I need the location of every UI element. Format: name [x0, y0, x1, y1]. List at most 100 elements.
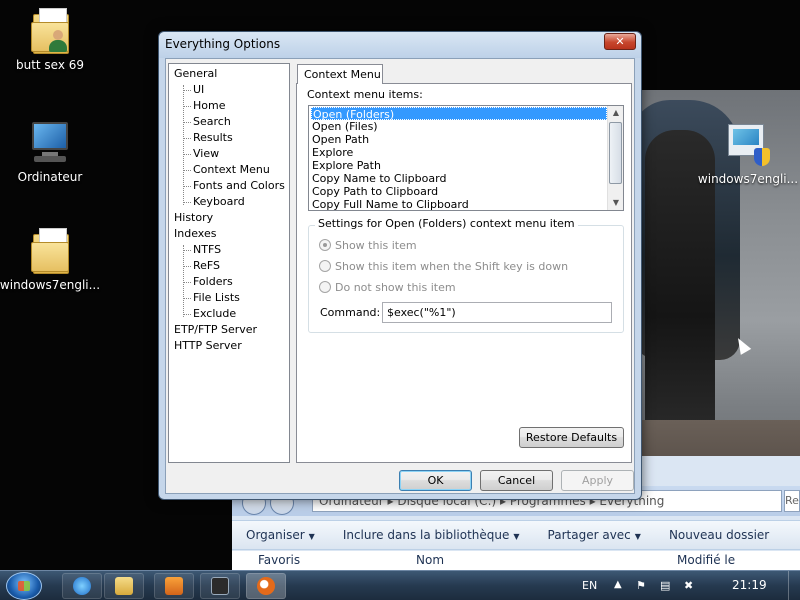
- close-icon: ✕: [615, 35, 625, 48]
- tree-item-context-menu[interactable]: Context Menu: [193, 163, 270, 177]
- organiser-label: Organiser: [246, 528, 305, 542]
- folder-icon: [31, 228, 69, 274]
- radio-button[interactable]: [319, 260, 331, 272]
- taskbar-terminal[interactable]: [200, 573, 240, 599]
- inclure-label: Inclure dans la bibliothèque: [342, 528, 510, 542]
- desktop-icon-label: windows7engli...: [697, 172, 799, 186]
- tree-item-exclude[interactable]: Exclude: [193, 307, 236, 321]
- dialog-title: Everything Options: [165, 37, 281, 51]
- tree-item-keyboard[interactable]: Keyboard: [193, 195, 245, 209]
- tree-item-folders[interactable]: Folders: [193, 275, 233, 289]
- tree-line: [183, 282, 191, 283]
- partager-menu[interactable]: Partager avec ▼: [534, 528, 655, 542]
- tree-item-results[interactable]: Results: [193, 131, 233, 145]
- action-center-flag-icon[interactable]: ⚑: [636, 579, 646, 592]
- tree-item-refs[interactable]: ReFS: [193, 259, 220, 273]
- command-label: Command:: [320, 306, 381, 319]
- close-button[interactable]: ✕: [604, 33, 636, 50]
- radio-label: Show this item when the Shift key is dow…: [335, 260, 569, 273]
- tray-arrow-icon[interactable]: ▲: [614, 579, 622, 590]
- show-desktop-button[interactable]: [788, 571, 800, 600]
- list-item[interactable]: Open (Folders): [311, 107, 607, 121]
- list-item[interactable]: Open (Files): [311, 120, 607, 133]
- desktop-icon-label: windows7engli...: [0, 278, 101, 292]
- tree-item-indexes[interactable]: Indexes: [174, 227, 216, 241]
- tree-item-general[interactable]: General: [174, 67, 217, 81]
- language-indicator[interactable]: EN: [582, 579, 597, 592]
- context-menu-panel: Context menu items: Open (Folders) Open …: [296, 83, 632, 463]
- ok-label: OK: [427, 474, 444, 487]
- network-icon[interactable]: ▤: [660, 579, 670, 592]
- system-tray: EN ▲ ⚑ ▤ ✖ 21:19: [580, 571, 800, 600]
- radio-show-this-item[interactable]: Show this item: [319, 239, 417, 252]
- tree-item-ntfs[interactable]: NTFS: [193, 243, 221, 257]
- tree-item-home[interactable]: Home: [193, 99, 225, 113]
- scroll-down-icon[interactable]: ▼: [608, 196, 623, 210]
- tree-item-search[interactable]: Search: [193, 115, 231, 129]
- desktop-icon-label: butt sex 69: [15, 58, 85, 72]
- command-input[interactable]: $exec("%1"): [382, 302, 612, 323]
- tree-line: [183, 85, 184, 205]
- organiser-menu[interactable]: Organiser ▼: [232, 528, 329, 542]
- chevron-down-icon: ▼: [308, 532, 315, 541]
- tree-item-etp-ftp-server[interactable]: ETP/FTP Server: [174, 323, 257, 337]
- options-tree[interactable]: General UI Home Search Results View Cont…: [168, 63, 290, 463]
- tree-item-fonts-and-colors[interactable]: Fonts and Colors: [193, 179, 285, 193]
- title-bar[interactable]: Everything Options ✕: [159, 32, 641, 58]
- tree-line: [183, 202, 191, 203]
- tab-context-menu[interactable]: Context Menu: [297, 64, 383, 84]
- desktop-icon-windows7-setup[interactable]: windows7engli...: [693, 122, 800, 186]
- context-menu-items-list[interactable]: Open (Folders) Open (Files) Open Path Ex…: [308, 105, 624, 211]
- clock[interactable]: 21:19: [732, 578, 767, 592]
- desktop-icon-windows7-folder[interactable]: windows7engli...: [0, 228, 105, 292]
- list-scrollbar[interactable]: ▲ ▼: [607, 106, 623, 210]
- desktop-icon-ordinateur[interactable]: Ordinateur: [0, 122, 105, 184]
- media-player-icon: [165, 577, 183, 595]
- search-placeholder: Re: [785, 494, 799, 507]
- tree-line: [183, 250, 191, 251]
- chevron-down-icon: ▼: [634, 532, 641, 541]
- taskbar-media-player[interactable]: [154, 573, 194, 599]
- radio-button[interactable]: [319, 281, 331, 293]
- tree-item-view[interactable]: View: [193, 147, 219, 161]
- command-value: $exec("%1"): [387, 306, 456, 319]
- radio-show-with-shift[interactable]: Show this item when the Shift key is dow…: [319, 260, 568, 273]
- cancel-button[interactable]: Cancel: [480, 470, 553, 491]
- tree-item-file-lists[interactable]: File Lists: [193, 291, 240, 305]
- list-item[interactable]: Copy Path to Clipboard: [311, 185, 607, 198]
- column-header-name[interactable]: Nom: [416, 553, 444, 567]
- scroll-up-icon[interactable]: ▲: [608, 106, 623, 120]
- ok-button[interactable]: OK: [399, 470, 472, 491]
- radio-do-not-show[interactable]: Do not show this item: [319, 281, 456, 294]
- nouveau-dossier-button[interactable]: Nouveau dossier: [655, 528, 783, 542]
- volume-muted-icon[interactable]: ✖: [684, 579, 693, 592]
- start-button[interactable]: [6, 572, 42, 600]
- tree-item-history[interactable]: History: [174, 211, 213, 225]
- list-item[interactable]: Explore: [311, 146, 607, 159]
- tree-item-http-server[interactable]: HTTP Server: [174, 339, 242, 353]
- folder-icon: [115, 577, 133, 595]
- tree-line: [183, 170, 191, 171]
- taskbar-everything[interactable]: [246, 573, 286, 599]
- column-header-modified[interactable]: Modifié le: [677, 553, 735, 567]
- radio-label: Show this item: [335, 239, 417, 252]
- restore-defaults-button[interactable]: Restore Defaults: [519, 427, 624, 448]
- dialog-client: General UI Home Search Results View Cont…: [165, 58, 635, 494]
- list-item[interactable]: Copy Full Name to Clipboard: [311, 198, 607, 210]
- favorites-item[interactable]: Favoris: [258, 553, 300, 567]
- explorer-command-bar: Organiser ▼ Inclure dans la bibliothèque ▼…: [232, 520, 800, 550]
- apply-button[interactable]: Apply: [561, 470, 634, 491]
- list-item[interactable]: Open Path: [311, 133, 607, 146]
- tree-item-ui[interactable]: UI: [193, 83, 204, 97]
- list-item[interactable]: Copy Name to Clipboard: [311, 172, 607, 185]
- inclure-bibliotheque-menu[interactable]: Inclure dans la bibliothèque ▼: [329, 528, 534, 542]
- search-box[interactable]: Re: [784, 490, 800, 512]
- list-item[interactable]: Explore Path: [311, 159, 607, 172]
- tree-line: [183, 122, 191, 123]
- taskbar-explorer[interactable]: [104, 573, 144, 599]
- taskbar-ie[interactable]: [62, 573, 102, 599]
- radio-button[interactable]: [319, 239, 331, 251]
- desktop-icon-butt-sex-69[interactable]: butt sex 69: [0, 8, 105, 72]
- scroll-thumb[interactable]: [609, 122, 622, 184]
- chevron-down-icon: ▼: [513, 532, 520, 541]
